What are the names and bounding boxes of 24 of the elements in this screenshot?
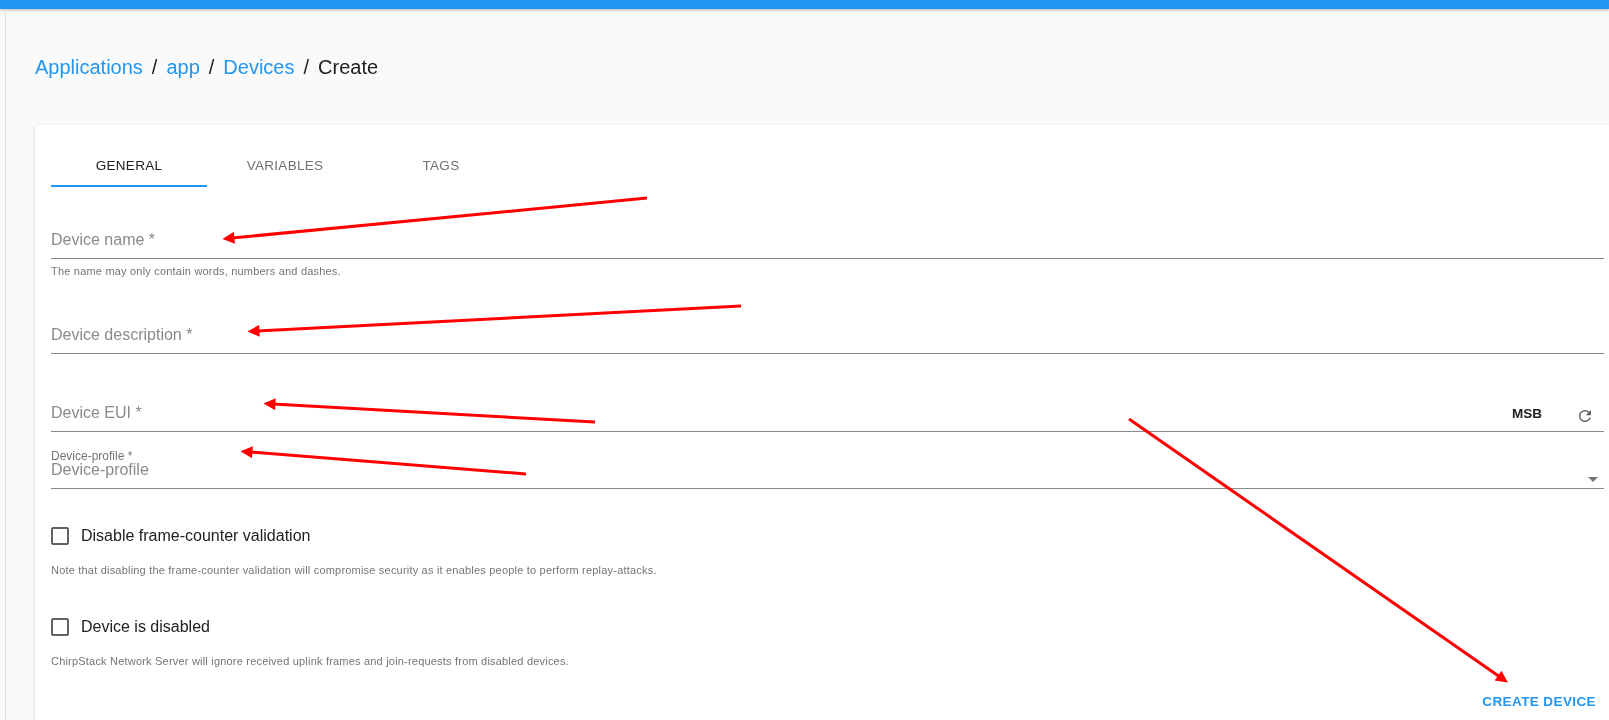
breadcrumb-link[interactable]: Applications — [35, 52, 143, 82]
checkbox[interactable] — [51, 618, 69, 636]
input-field[interactable]: Device description * — [51, 322, 1604, 347]
breadcrumb-separator: / — [303, 55, 310, 80]
helper-text: Note that disabling the frame-counter validation will compromise security as it enables people to perform replay-attacks. — [51, 562, 658, 578]
input-field[interactable]: Device EUI * — [51, 400, 1512, 425]
checkbox-label: Device is disabled — [81, 617, 210, 637]
caret-icon[interactable] — [1588, 476, 1598, 482]
breadcrumb-link[interactable]: app — [166, 52, 200, 82]
checkbox[interactable] — [51, 526, 69, 545]
breadcrumb-current: Create — [318, 55, 379, 80]
tab[interactable]: TAGS — [363, 147, 519, 187]
input-field[interactable]: Device name * — [51, 228, 1604, 252]
helper-text: The name may only contain words, numbers and dashes. — [51, 264, 342, 279]
breadcrumb-link[interactable]: Devices — [223, 52, 295, 82]
byte-order-toggle[interactable]: MSB — [1512, 404, 1542, 425]
breadcrumb-separator: / — [208, 55, 215, 80]
create-device-button[interactable]: CREATE DEVICE — [1482, 691, 1596, 712]
tab[interactable]: VARIABLES — [207, 147, 363, 187]
tab[interactable]: GENERAL — [51, 147, 207, 187]
checkbox-label: Disable frame-counter validation — [81, 525, 311, 546]
breadcrumb-separator: / — [151, 55, 158, 80]
field-label: Device-profile * — [51, 448, 133, 463]
helper-text: ChirpStack Network Server will ignore received uplink frames and join-requests from disabled devices. — [51, 654, 570, 669]
